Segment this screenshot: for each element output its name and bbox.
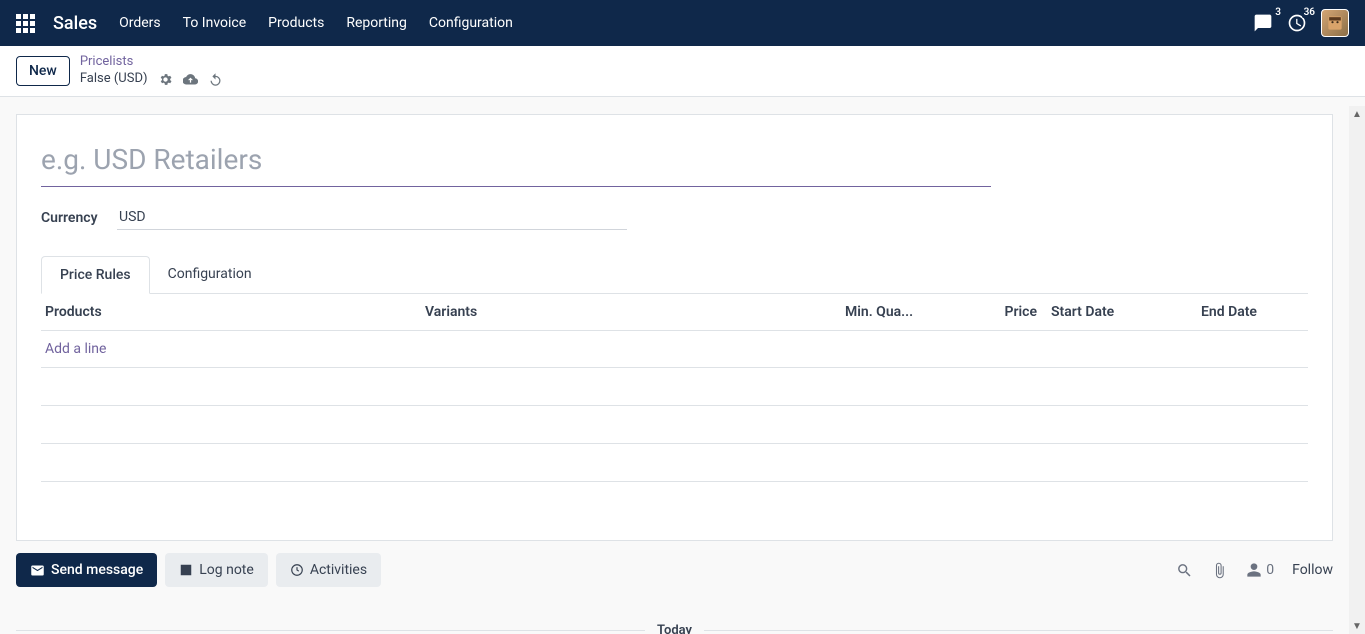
nav-item-products[interactable]: Products xyxy=(268,15,324,31)
avatar-icon xyxy=(1325,13,1345,33)
price-rules-table: Products Variants Min. Qua... Price Star… xyxy=(41,294,1308,520)
activities-button-chatter[interactable]: Activities xyxy=(276,553,381,587)
chatter-divider: Today xyxy=(16,623,1333,634)
activities-label: Activities xyxy=(310,562,367,578)
send-message-label: Send message xyxy=(51,562,143,578)
followers-indicator[interactable]: 0 xyxy=(1246,562,1274,578)
table-row-add: Add a line xyxy=(41,331,1308,368)
table-row xyxy=(41,444,1308,482)
log-note-button[interactable]: Log note xyxy=(165,553,268,587)
chat-icon xyxy=(1253,13,1273,33)
attachment-icon[interactable] xyxy=(1211,562,1228,579)
table-footer-gap xyxy=(41,482,1308,520)
activities-button[interactable]: 36 xyxy=(1287,13,1307,33)
user-avatar[interactable] xyxy=(1321,9,1349,37)
col-products[interactable]: Products xyxy=(41,294,421,330)
new-button[interactable]: New xyxy=(16,56,70,86)
chatter-right: 0 Follow xyxy=(1176,562,1333,579)
tab-configuration[interactable]: Configuration xyxy=(150,256,270,293)
breadcrumb-parent[interactable]: Pricelists xyxy=(80,54,223,71)
gear-icon[interactable] xyxy=(158,72,173,87)
app-brand[interactable]: Sales xyxy=(53,13,97,34)
tabs: Price Rules Configuration xyxy=(41,256,1308,294)
breadcrumb-current: False (USD) xyxy=(80,71,148,88)
nav-item-configuration[interactable]: Configuration xyxy=(429,15,513,31)
control-row: New Pricelists False (USD) xyxy=(0,46,1365,97)
apps-icon[interactable] xyxy=(16,14,35,33)
search-icon[interactable] xyxy=(1176,562,1193,579)
currency-label: Currency xyxy=(41,210,117,226)
chatter: Send message Log note Activities xyxy=(16,547,1333,634)
col-price[interactable]: Price xyxy=(971,294,1041,330)
messages-button[interactable]: 3 xyxy=(1253,13,1273,33)
chatter-today-label: Today xyxy=(645,623,704,634)
table-row xyxy=(41,406,1308,444)
envelope-icon xyxy=(30,563,45,578)
discard-icon[interactable] xyxy=(208,72,223,87)
nav-item-to-invoice[interactable]: To Invoice xyxy=(183,15,247,31)
activities-count: 36 xyxy=(1302,7,1317,18)
log-note-label: Log note xyxy=(199,562,254,578)
form-sheet: Currency USD Price Rules Configuration P… xyxy=(16,114,1333,541)
messages-count: 3 xyxy=(1273,7,1283,18)
follower-count: 0 xyxy=(1266,562,1274,578)
top-navbar: Sales Orders To Invoice Products Reporti… xyxy=(0,0,1365,46)
col-variants[interactable]: Variants xyxy=(421,294,841,330)
clock-small-icon xyxy=(290,563,304,577)
table-row xyxy=(41,368,1308,406)
follow-button[interactable]: Follow xyxy=(1292,562,1333,578)
breadcrumb: Pricelists False (USD) xyxy=(80,54,223,88)
note-icon xyxy=(179,563,193,577)
nav-item-orders[interactable]: Orders xyxy=(119,15,161,31)
col-end-date[interactable]: End Date xyxy=(1191,294,1308,330)
scroll-down-icon[interactable]: ▼ xyxy=(1349,618,1365,634)
send-message-button[interactable]: Send message xyxy=(16,553,157,587)
chatter-toolbar: Send message Log note Activities xyxy=(16,547,1333,593)
add-line-link[interactable]: Add a line xyxy=(45,341,106,357)
nav-right: 3 36 xyxy=(1253,9,1349,37)
nav-item-reporting[interactable]: Reporting xyxy=(346,15,407,31)
col-start-date[interactable]: Start Date xyxy=(1041,294,1191,330)
tab-price-rules[interactable]: Price Rules xyxy=(41,256,150,294)
pricelist-name-input[interactable] xyxy=(41,139,991,187)
main-scroll[interactable]: Currency USD Price Rules Configuration P… xyxy=(0,106,1349,634)
col-min-quantity[interactable]: Min. Qua... xyxy=(841,294,971,330)
currency-value[interactable]: USD xyxy=(117,205,627,230)
scrollbar[interactable]: ▲ ▼ xyxy=(1349,106,1365,634)
table-header: Products Variants Min. Qua... Price Star… xyxy=(41,294,1308,331)
nav-menu: Orders To Invoice Products Reporting Con… xyxy=(119,15,1253,31)
cloud-save-icon[interactable] xyxy=(183,72,198,87)
currency-field: Currency USD xyxy=(41,205,1308,230)
scroll-up-icon[interactable]: ▲ xyxy=(1349,106,1365,122)
